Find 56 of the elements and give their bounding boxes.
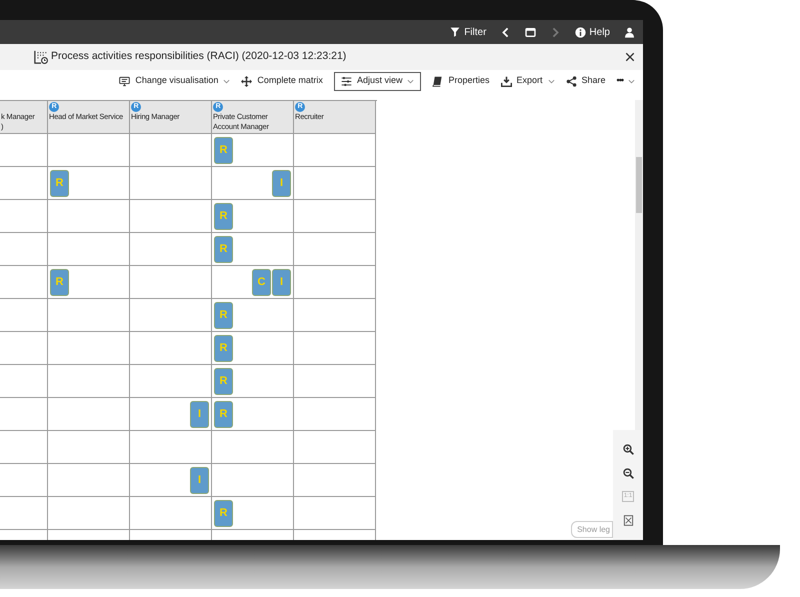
table-cell <box>0 134 48 167</box>
table-cell <box>0 431 48 464</box>
chevron-down-icon <box>407 78 414 84</box>
scrollbar-thumb[interactable] <box>636 157 642 213</box>
share-icon <box>566 76 577 86</box>
monitor-icon <box>119 76 130 86</box>
toolbar-button[interactable]: Properties <box>432 74 490 88</box>
table-cell <box>0 332 48 365</box>
toolbar-button[interactable]: ••• <box>616 74 635 88</box>
move-arrows-icon <box>241 76 252 86</box>
table-cell <box>0 299 48 332</box>
raci-badge: I <box>272 170 291 196</box>
raci-badge: R <box>50 268 69 296</box>
chevron-down-icon <box>548 78 555 84</box>
zoom-out-icon[interactable] <box>622 468 634 479</box>
close-icon[interactable] <box>625 52 635 62</box>
table-cell <box>0 398 48 431</box>
help-button[interactable]: Help <box>575 24 610 40</box>
filter-button[interactable]: Filter <box>450 24 486 40</box>
raci-badge: R <box>214 136 233 164</box>
toolbar-button[interactable]: Adjust view <box>334 72 422 90</box>
filter-icon <box>450 27 460 37</box>
toolbar-button[interactable]: Change visualisation <box>119 74 230 88</box>
chevron-down-icon <box>223 78 230 84</box>
sliders-icon <box>340 76 352 86</box>
table-cell <box>0 464 48 497</box>
download-icon <box>500 76 512 86</box>
toolbar-button[interactable]: Complete matrix <box>241 74 323 88</box>
raci-badge: R <box>214 236 233 262</box>
raci-badge: R <box>214 334 233 362</box>
raci-badge: R <box>214 368 233 394</box>
chevron-down-icon <box>628 78 635 84</box>
raci-badge: R <box>50 170 69 196</box>
toolbar-button[interactable]: Share <box>566 74 606 88</box>
book-icon <box>432 76 444 86</box>
fit-page-icon[interactable] <box>622 514 634 526</box>
raci-badge: I <box>190 400 209 428</box>
table-cell <box>0 200 48 233</box>
zoom-in-icon[interactable] <box>622 444 634 456</box>
window-title: Process activities responsibilities (RACI) (2020-12-03 12:23:21) <box>51 49 346 64</box>
matrix-icon <box>34 50 48 64</box>
raci-badge: I <box>272 268 291 296</box>
raci-badge: R <box>214 202 233 230</box>
raci-badge: R <box>214 400 233 428</box>
table-cell <box>0 497 48 530</box>
info-icon <box>575 26 586 38</box>
scrollbar[interactable] <box>635 100 643 430</box>
raci-badge: R <box>214 302 233 328</box>
table-cell <box>0 233 48 266</box>
table-cell <box>0 365 48 398</box>
raci-badge: C <box>252 268 271 296</box>
user-icon[interactable] <box>624 26 635 38</box>
toolbar-button[interactable]: Export <box>500 74 555 88</box>
raci-badge: I <box>190 466 209 494</box>
window-icon[interactable] <box>525 26 536 38</box>
raci-badge: R <box>214 500 233 526</box>
